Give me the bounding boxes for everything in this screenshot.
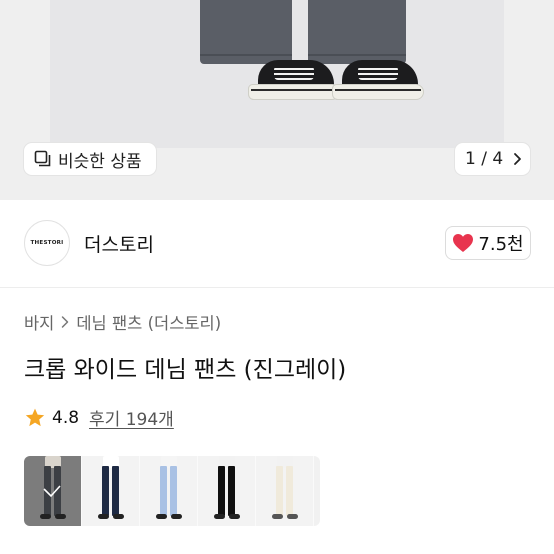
breadcrumb: 바지 데님 팬츠 (더스토리) bbox=[24, 310, 221, 334]
heart-icon bbox=[453, 234, 474, 252]
rating-row: 4.8 후기 194개 bbox=[24, 405, 174, 430]
image-counter-button[interactable]: 1 / 4 bbox=[455, 143, 530, 175]
rating-score: 4.8 bbox=[52, 407, 80, 428]
color-option-ivory[interactable] bbox=[256, 456, 314, 526]
chevron-right-icon bbox=[62, 316, 69, 328]
store-name[interactable]: 더스토리 bbox=[84, 230, 154, 257]
color-options bbox=[24, 456, 320, 526]
product-title: 크롭 와이드 데님 팬츠 (진그레이) bbox=[24, 357, 347, 383]
product-image-carousel[interactable]: 비슷한 상품 1 / 4 bbox=[0, 0, 554, 200]
product-photo bbox=[50, 0, 504, 148]
color-option-light-blue[interactable] bbox=[140, 456, 198, 526]
sneaker-left bbox=[248, 58, 340, 102]
jeans-left-leg bbox=[200, 0, 292, 64]
like-count: 7.5천 bbox=[478, 234, 524, 255]
star-icon bbox=[25, 408, 45, 426]
color-option-black[interactable] bbox=[198, 456, 256, 526]
jeans-right-leg bbox=[308, 0, 406, 64]
similar-products-label: 비슷한 상품 bbox=[58, 151, 142, 172]
check-icon bbox=[43, 485, 61, 498]
similar-items-icon bbox=[34, 150, 51, 167]
image-counter-text: 1 / 4 bbox=[465, 149, 504, 169]
color-option-navy[interactable] bbox=[82, 456, 140, 526]
breadcrumb-category[interactable]: 바지 bbox=[24, 310, 54, 334]
breadcrumb-subcategory[interactable]: 데님 팬츠 (더스토리) bbox=[76, 310, 221, 334]
store-logo[interactable]: THESTORI bbox=[24, 220, 70, 266]
chevron-right-icon bbox=[514, 153, 522, 165]
sneaker-right bbox=[332, 58, 424, 102]
similar-products-button[interactable]: 비슷한 상품 bbox=[24, 143, 156, 175]
reviews-link[interactable]: 후기 194개 bbox=[89, 405, 174, 430]
like-button[interactable]: 7.5천 bbox=[445, 226, 531, 260]
color-option-jin-gray[interactable] bbox=[24, 456, 82, 526]
